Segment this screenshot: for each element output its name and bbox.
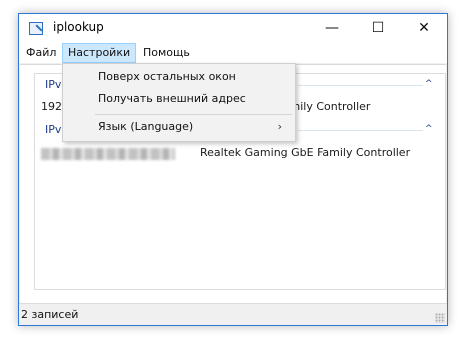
- status-text: 2 записей: [21, 308, 79, 321]
- menu-bar: Файл Настройки Помощь: [19, 43, 447, 63]
- group-header-2-left[interactable]: IPv: [45, 123, 61, 136]
- menu-item-always-on-top[interactable]: Поверх остальных окон: [64, 66, 294, 88]
- menu-help[interactable]: Помощь: [138, 44, 195, 62]
- menu-settings[interactable]: Настройки: [62, 43, 137, 63]
- menu-separator: [95, 114, 292, 115]
- settings-dropdown: Поверх остальных окон Получать внешний а…: [62, 63, 296, 142]
- menu-item-label: Поверх остальных окон: [98, 70, 236, 83]
- close-button[interactable]: ✕: [401, 14, 447, 43]
- chevron-up-icon[interactable]: ^: [425, 79, 437, 89]
- resize-grip-icon[interactable]: [435, 313, 445, 323]
- title-bar[interactable]: iplookup — ☐ ✕: [19, 14, 447, 43]
- minimize-button[interactable]: —: [309, 14, 355, 43]
- group-1-divider: [298, 85, 423, 86]
- chevron-up-icon[interactable]: ^: [425, 124, 437, 134]
- group-header-1-left[interactable]: IPv: [45, 78, 61, 91]
- menu-item-get-external-address[interactable]: Получать внешний адрес: [64, 88, 294, 110]
- app-icon: [29, 22, 43, 35]
- menu-item-label: Получать внешний адрес: [98, 92, 246, 105]
- group-2-divider: [298, 130, 423, 131]
- menu-file[interactable]: Файл: [21, 44, 61, 62]
- submenu-arrow-icon: ›: [277, 120, 282, 133]
- status-bar: 2 записей: [19, 303, 447, 325]
- group-2-right-value: Realtek Gaming GbE Family Controller: [200, 146, 411, 159]
- menu-item-language[interactable]: Язык (Language) ›: [64, 116, 294, 138]
- menu-item-label: Язык (Language): [98, 120, 194, 133]
- maximize-button[interactable]: ☐: [355, 14, 401, 43]
- app-window: iplookup — ☐ ✕ Файл Настройки Помощь IPv…: [18, 13, 448, 326]
- blurred-address: [41, 148, 175, 160]
- window-title: iplookup: [53, 20, 104, 34]
